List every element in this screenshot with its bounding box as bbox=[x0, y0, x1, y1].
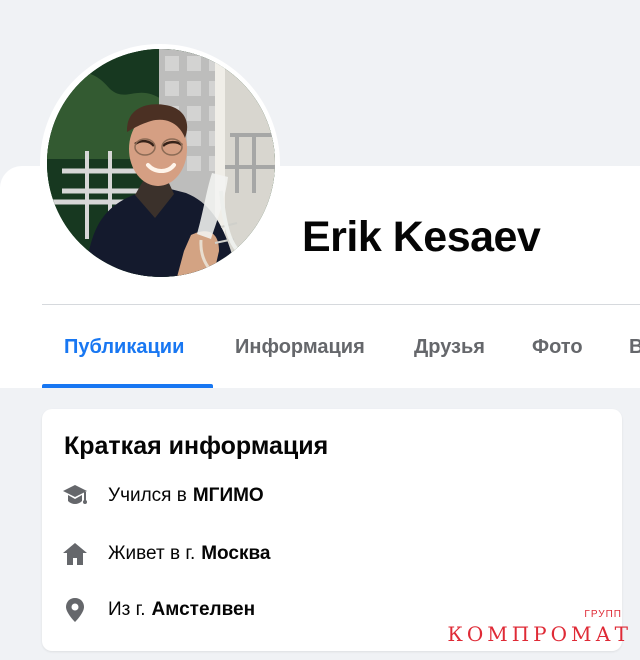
education-row[interactable]: Учился в МГИМО bbox=[62, 481, 582, 511]
current-city-value: Москва bbox=[201, 543, 271, 564]
hometown-prefix: Из г. bbox=[108, 599, 146, 620]
current-city-row[interactable]: Живет в г. Москва bbox=[62, 539, 582, 569]
profile-picture[interactable] bbox=[47, 49, 275, 277]
tab-photos[interactable]: Фото bbox=[532, 320, 583, 388]
education-prefix: Учился в bbox=[108, 485, 187, 506]
graduation-cap-icon bbox=[62, 483, 88, 509]
intro-title: Краткая информация bbox=[64, 432, 329, 460]
hometown-row[interactable]: Из г. Амстелвен bbox=[62, 595, 582, 625]
tab-next[interactable]: В bbox=[629, 320, 640, 388]
education-value: МГИМО bbox=[192, 485, 264, 506]
profile-photo-illustration bbox=[47, 49, 275, 277]
intro-card: Краткая информация Учился в МГИМО Живет … bbox=[42, 409, 622, 651]
current-city-prefix: Живет в г. bbox=[108, 543, 196, 564]
home-icon bbox=[62, 541, 88, 567]
profile-tabs: Публикации Информация Друзья Фото В bbox=[42, 320, 640, 388]
hometown-value: Амстелвен bbox=[151, 599, 256, 620]
tab-information[interactable]: Информация bbox=[235, 320, 365, 388]
location-pin-icon bbox=[62, 597, 88, 623]
tab-friends[interactable]: Друзья bbox=[414, 320, 485, 388]
profile-name: Erik Kesaev bbox=[302, 213, 541, 261]
profile-header-divider bbox=[42, 304, 640, 305]
active-tab-indicator bbox=[42, 384, 213, 388]
tab-publications[interactable]: Публикации bbox=[64, 320, 184, 388]
profile-page: Erik Kesaev Публикации Информация Друзья… bbox=[0, 0, 640, 660]
